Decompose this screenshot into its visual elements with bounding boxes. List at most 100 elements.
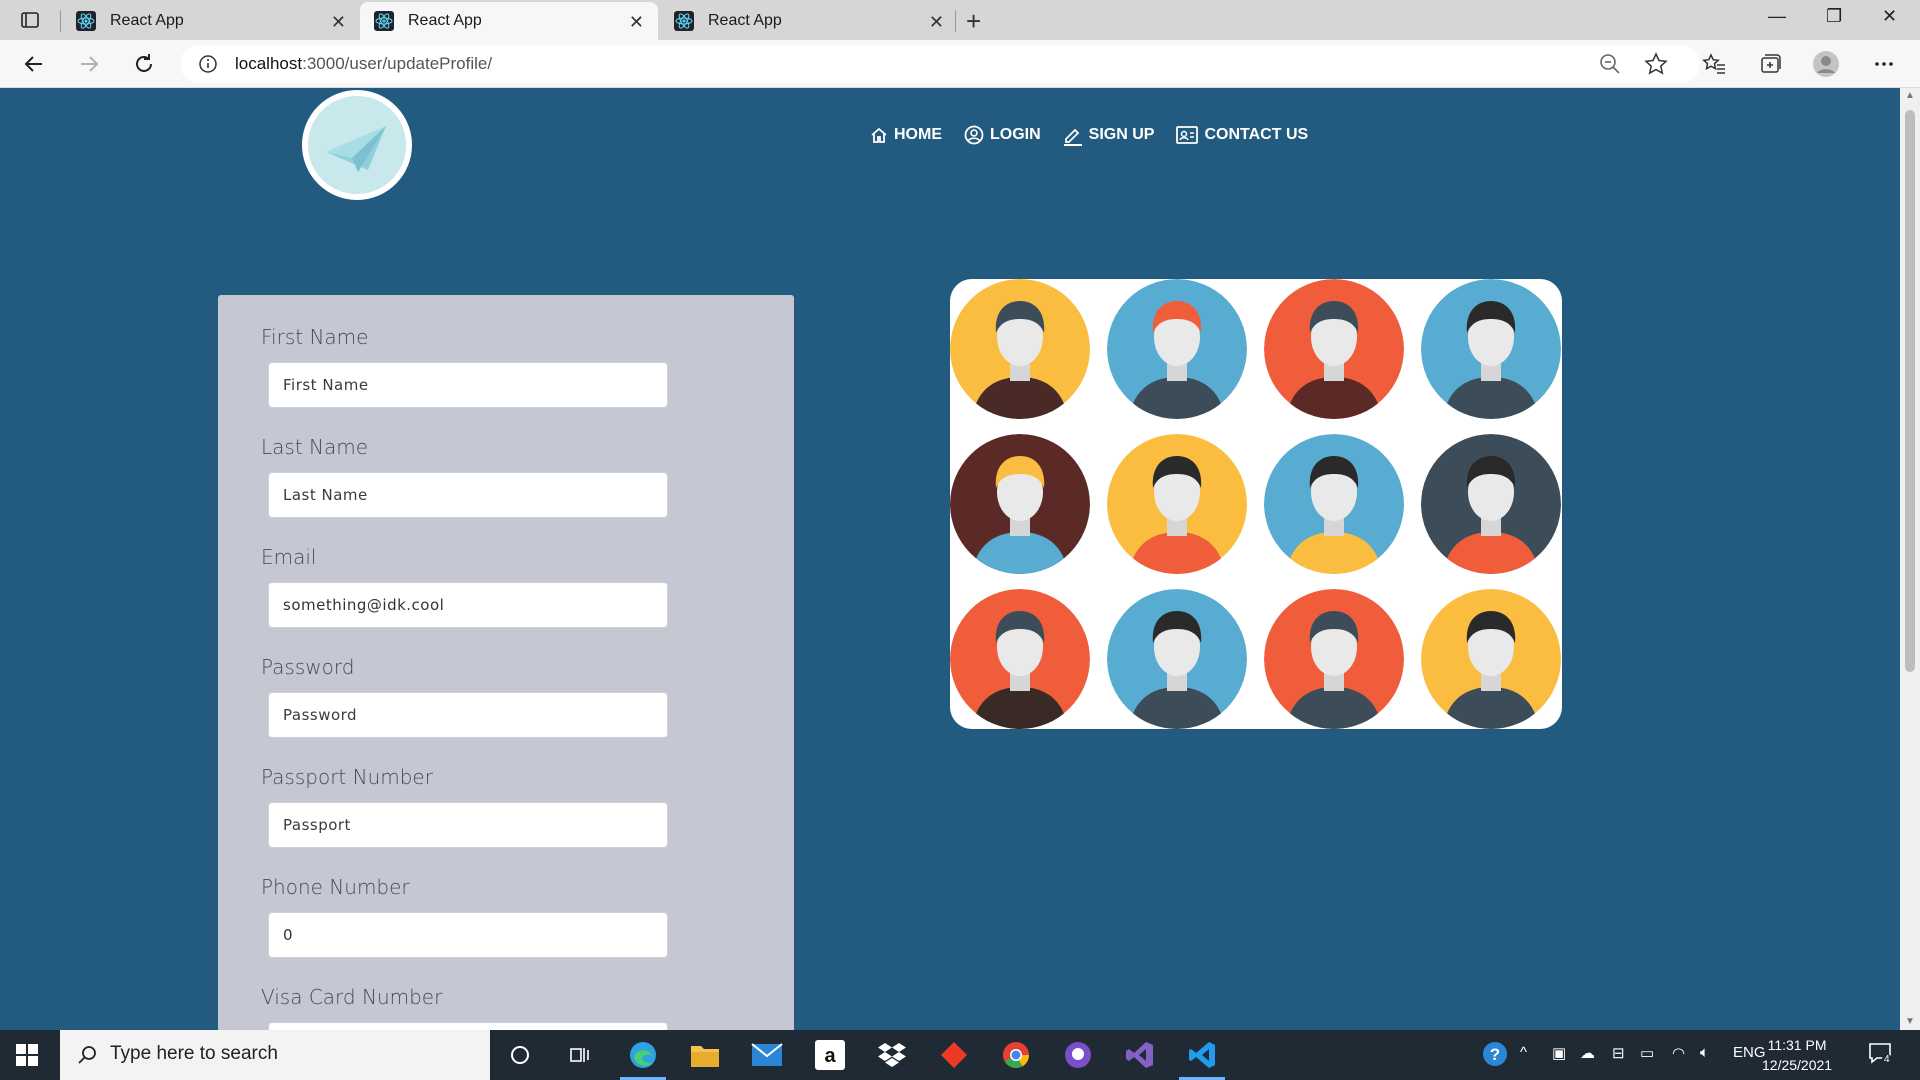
phone-label: Phone Number [261, 875, 410, 899]
search-placeholder: Type here to search [110, 1043, 278, 1064]
nav-signup-label: SIGN UP [1088, 126, 1155, 143]
passport-label: Passport Number [261, 765, 433, 789]
nav-contact[interactable]: CONTACT US [1176, 124, 1308, 146]
more-options-icon[interactable] [1870, 50, 1898, 78]
clock[interactable]: 11:31 PM 12/25/2021 [1762, 1035, 1832, 1075]
meet-now-icon[interactable]: ▣ [1552, 1044, 1566, 1062]
task-view-icon[interactable] [563, 1038, 597, 1072]
scroll-thumb[interactable] [1905, 110, 1915, 672]
address-bar[interactable]: localhost:3000/user/updateProfile/ [180, 45, 1700, 83]
visa-card-label: Visa Card Number [261, 985, 443, 1009]
tab-bar: React App ✕ React App ✕ React App ✕ + — … [0, 0, 1920, 40]
tab-title: React App [708, 12, 782, 29]
volume-icon[interactable]: 🔈︎ [1700, 1044, 1709, 1061]
visa-card-input[interactable] [268, 1022, 668, 1030]
avatars-illustration [950, 279, 1562, 729]
close-tab-icon[interactable]: ✕ [629, 12, 644, 33]
password-input[interactable] [268, 692, 668, 738]
favorites-icon[interactable] [1700, 50, 1728, 78]
language-indicator[interactable]: ENG [1733, 1044, 1766, 1061]
tab-divider [60, 10, 61, 32]
scroll-down-icon[interactable]: ▼ [1905, 1016, 1915, 1027]
clock-date: 12/25/2021 [1762, 1057, 1833, 1073]
avatar-7 [1264, 434, 1404, 574]
close-tab-icon[interactable]: ✕ [929, 12, 944, 33]
tab-3[interactable]: React App ✕ [660, 2, 958, 40]
tab-divider [955, 10, 956, 32]
avatar-6 [1107, 434, 1247, 574]
taskbar-search[interactable]: Type here to search [60, 1030, 490, 1080]
nav-signup[interactable]: SIGN UP [1063, 124, 1155, 146]
tab-1[interactable]: React App ✕ [62, 2, 360, 40]
edit-icon [1063, 128, 1082, 146]
scroll-up-icon[interactable]: ▲ [1905, 90, 1915, 101]
page-scrollbar[interactable]: ▲ ▼ [1900, 88, 1920, 1030]
react-favicon-icon [76, 11, 96, 31]
add-favorite-icon[interactable] [1642, 50, 1670, 78]
notifications-icon[interactable]: 4 [1868, 1042, 1896, 1068]
back-icon[interactable] [20, 50, 48, 78]
display-icon[interactable]: ⊟ [1612, 1044, 1625, 1062]
chrome-icon[interactable] [999, 1038, 1033, 1072]
avatar-8 [1421, 434, 1561, 574]
contact-card-icon [1176, 126, 1199, 144]
password-label: Password [261, 655, 355, 679]
svg-text:?: ? [1490, 1045, 1500, 1064]
passport-input[interactable] [268, 802, 668, 848]
file-explorer-icon[interactable] [688, 1038, 722, 1072]
profile-avatar-icon[interactable] [1812, 50, 1840, 78]
refresh-icon[interactable] [130, 50, 158, 78]
first-name-input[interactable] [268, 362, 668, 408]
onedrive-icon[interactable]: ☁ [1580, 1044, 1595, 1062]
restore-icon[interactable]: ❐ [1826, 6, 1842, 27]
update-profile-form: First Name Last Name Email Password Pass… [218, 295, 794, 1030]
nav-home-label: HOME [894, 126, 942, 143]
vscode-icon[interactable] [1179, 1038, 1225, 1080]
first-name-label: First Name [261, 325, 369, 349]
paper-plane-icon [308, 96, 406, 194]
url-text: localhost:3000/user/updateProfile/ [235, 54, 493, 73]
tab-actions-icon[interactable] [20, 10, 40, 30]
clock-time: 11:31 PM [1767, 1037, 1827, 1053]
windows-start-icon[interactable] [16, 1044, 38, 1066]
minimize-icon[interactable]: — [1768, 6, 1786, 27]
forward-icon[interactable] [75, 50, 103, 78]
chevron-up-icon[interactable]: ^ [1520, 1044, 1527, 1061]
avatar-4 [1421, 279, 1561, 419]
collections-icon[interactable] [1756, 50, 1784, 78]
nav-contact-label: CONTACT US [1204, 126, 1309, 143]
dropbox-icon[interactable] [875, 1038, 909, 1072]
battery-icon[interactable]: ▭ [1640, 1044, 1654, 1062]
new-tab-icon[interactable]: + [966, 6, 981, 37]
visual-studio-icon[interactable] [1123, 1038, 1157, 1072]
nav-login-label: LOGIN [990, 126, 1041, 143]
phone-input[interactable] [268, 912, 668, 958]
edge-icon[interactable] [620, 1038, 666, 1080]
email-label: Email [261, 545, 317, 569]
nav-home[interactable]: HOME [870, 124, 942, 146]
close-window-icon[interactable]: ✕ [1882, 6, 1897, 27]
site-info-icon[interactable] [198, 54, 218, 74]
git-app-icon[interactable] [937, 1038, 971, 1072]
email-input[interactable] [268, 582, 668, 628]
amazon-icon[interactable]: a [813, 1038, 847, 1072]
windows-taskbar: Type here to search a ? ^ ▣ ☁ ⊟ ▭ ◠ 🔈︎ E… [0, 1030, 1920, 1080]
site-logo[interactable] [302, 90, 412, 200]
last-name-label: Last Name [261, 435, 369, 459]
browser-toolbar: localhost:3000/user/updateProfile/ [0, 40, 1920, 88]
notification-count: 4 [1882, 1054, 1892, 1065]
avatar-2 [1107, 279, 1247, 419]
nav-login[interactable]: LOGIN [964, 124, 1041, 146]
close-tab-icon[interactable]: ✕ [331, 12, 346, 33]
react-favicon-icon [374, 11, 394, 31]
tab-2[interactable]: React App ✕ [360, 2, 658, 40]
wifi-icon[interactable]: ◠ [1672, 1044, 1685, 1062]
last-name-input[interactable] [268, 472, 668, 518]
search-icon [78, 1046, 96, 1064]
zoom-out-icon[interactable] [1596, 50, 1624, 78]
mail-icon[interactable] [750, 1038, 784, 1072]
avatar-10 [1107, 589, 1247, 729]
help-icon[interactable]: ? [1482, 1042, 1508, 1071]
cortana-icon[interactable] [503, 1038, 537, 1072]
github-icon[interactable] [1061, 1038, 1095, 1072]
